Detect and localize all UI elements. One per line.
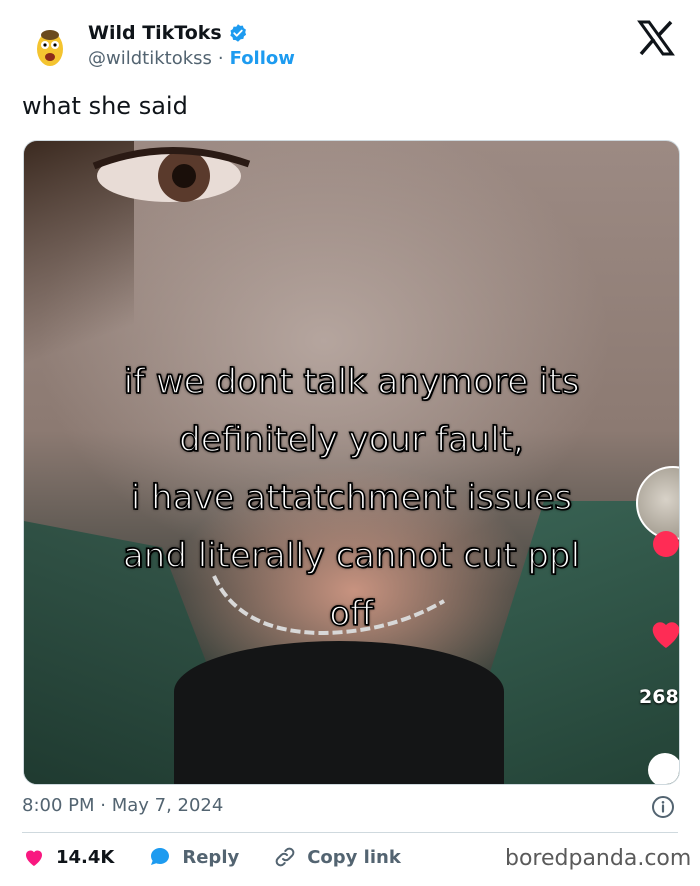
follow-button[interactable]: Follow [230,48,295,69]
x-logo-icon[interactable] [636,18,676,58]
handle-separator: · [217,48,224,69]
action-bar: 14.4K Reply Copy link [22,845,435,869]
tiktok-comment-icon [648,753,679,784]
caption-line: definitely your fault, [178,419,524,461]
caption-line: if we dont talk anymore its [123,361,580,403]
reply-bubble-icon [151,848,170,865]
tweet-timestamp[interactable]: 8:00 PM · May 7, 2024 [22,795,223,816]
like-button[interactable]: 14.4K [22,845,114,869]
tiktok-heart-icon [652,622,679,648]
heart-icon [26,850,42,866]
photo-shirt [174,641,504,784]
caption-line: and literally cannot cut ppl [122,535,581,577]
tiktok-follow-plus-icon [653,531,679,557]
info-icon[interactable] [651,795,675,819]
copy-link-label: Copy link [307,846,401,868]
tweet-media[interactable]: if we dont talk anymore its definitely y… [23,140,680,785]
reply-button[interactable]: Reply [148,845,239,869]
watermark: boredpanda.com [505,846,692,871]
account-name[interactable]: Wild TikToks [88,22,222,44]
video-caption: if we dont talk anymore its definitely y… [24,353,679,643]
copy-link-button[interactable]: Copy link [273,845,401,869]
tiktok-like-count: 268 [639,686,679,708]
avatar[interactable] [30,27,70,71]
tweet-header: Wild TikToks @wildtiktokss · Follow [0,0,700,90]
like-count: 14.4K [56,846,115,868]
verified-badge-icon [230,24,246,42]
divider [22,832,678,833]
caption-line: off [329,593,375,635]
link-icon [275,847,295,867]
photo-eye [92,147,251,202]
account-handle[interactable]: @wildtiktokss [88,48,212,69]
tweet-text: what she said [22,92,188,120]
reply-label: Reply [182,846,240,868]
caption-line: i have attatchment issues [130,477,573,519]
